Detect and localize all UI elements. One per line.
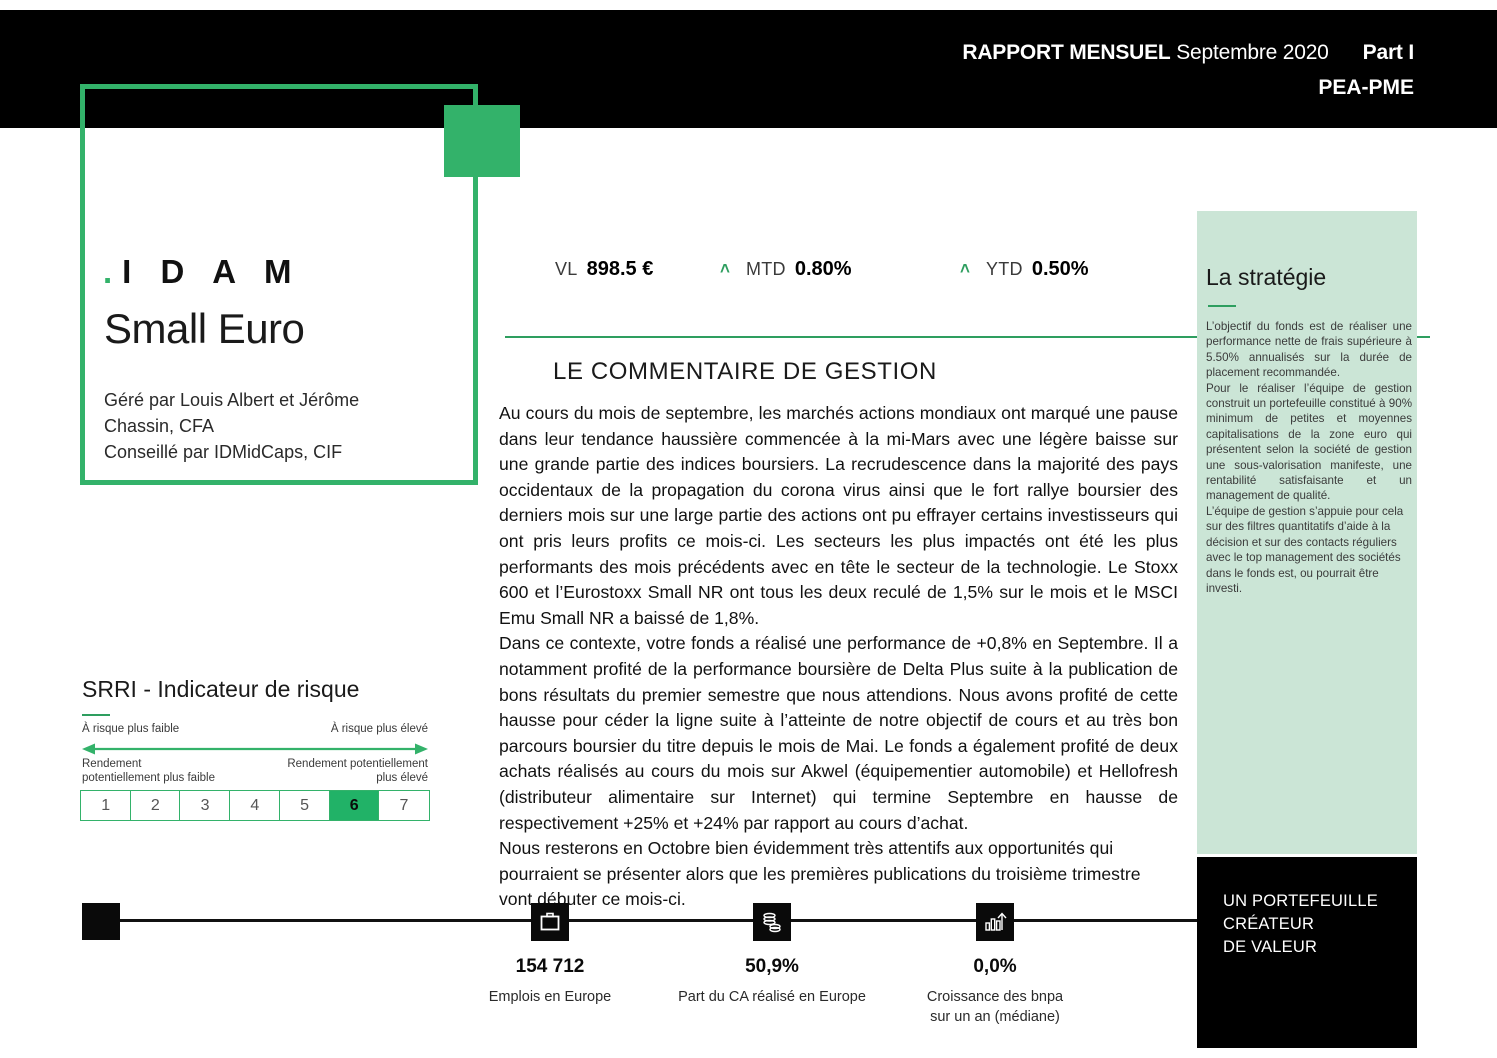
fund-name: Small Euro [104, 305, 305, 352]
strategy-paragraph-2: Pour le réaliser l’équipe de gestion con… [1206, 381, 1412, 503]
strategy-paragraph-3: L’équipe de gestion s’appuie pour cela s… [1206, 504, 1404, 595]
srri-box-2[interactable]: 2 [129, 790, 182, 821]
srri-box-6-active[interactable]: 6 [328, 790, 380, 821]
header-report-line: RAPPORT MENSUEL Septembre 2020 Part I [962, 41, 1414, 65]
strategy-panel: La stratégie L’objectif du fonds est de … [1197, 211, 1417, 854]
srri-return-high-line-2: plus élevé [376, 772, 428, 784]
stat-label-revenue-share: Part du CA réalisé en Europe [662, 987, 882, 1007]
stat-label-employment: Emplois en Europe [440, 987, 660, 1007]
managers-line-2: Chassin, CFA [104, 416, 215, 436]
stat-value-employment: 154 712 [515, 956, 585, 977]
bar-chart-icon [976, 903, 1014, 941]
stat-label-eps-growth-line-1: Croissance des bnpa [926, 989, 1064, 1005]
brand-name: .I D A M [103, 253, 302, 291]
strategy-title-underline [1208, 305, 1236, 307]
metric-vl-label: VL [555, 259, 578, 279]
managers-line-1: Géré par Louis Albert et Jérôme [104, 390, 360, 410]
stat-label-eps-growth-line-2: sur un an (médiane) [930, 1009, 1060, 1025]
caret-up-icon: ˄ [720, 259, 730, 278]
tagline-line-2: CRÉATEUR [1223, 915, 1315, 933]
srri-double-arrow-icon [82, 742, 428, 755]
green-accent-square [444, 105, 520, 177]
srri-box-1[interactable]: 1 [80, 790, 132, 821]
tagline-panel: UN PORTEFEUILLE CRÉATEUR DE VALEUR [1197, 857, 1417, 1048]
srri-label-low-risk: À risque plus faible [82, 723, 180, 735]
header-period: Septembre 2020 [1176, 41, 1329, 64]
srri-title: SRRI - Indicateur de risque [82, 676, 360, 702]
stat-label-revenue-share-line-1: Part du CA réalisé en Europe [678, 989, 866, 1005]
tagline-line-3: DE VALEUR [1223, 938, 1318, 956]
commentary-title: LE COMMENTAIRE DE GESTION [553, 358, 937, 385]
header-report-label: RAPPORT MENSUEL [962, 41, 1171, 64]
stats-timeline-start-marker [82, 903, 120, 940]
stat-value-revenue-share: 50,9% [745, 956, 799, 977]
metric-vl-value: 898.5 € [586, 258, 654, 280]
srri-title-underline [82, 714, 110, 716]
key-metrics-row: VL 898.5 € ˄ MTD 0.80% ˄ YTD 0.50% [505, 258, 1205, 298]
srri-return-high-line-1: Rendement potentiellement [287, 758, 428, 770]
brand-name-text: I D A M [122, 253, 302, 290]
srri-box-4[interactable]: 4 [229, 790, 281, 821]
managers-line-3: Conseillé par IDMidCaps, CIF [104, 442, 343, 462]
tagline-text: UN PORTEFEUILLE CRÉATEUR DE VALEUR [1223, 890, 1378, 959]
srri-box-3[interactable]: 3 [179, 790, 231, 821]
header-scheme: PEA-PME [1318, 76, 1414, 99]
commentary-paragraph-3: Nous resterons en Octobre bien évidemmen… [499, 838, 1141, 910]
caret-up-icon: ˄ [960, 259, 970, 278]
strategy-body: L’objectif du fonds est de réaliser une … [1206, 319, 1412, 596]
commentary-paragraph-1: Au cours du mois de septembre, les march… [499, 403, 1178, 628]
srri-box-5[interactable]: 5 [278, 790, 331, 821]
stat-value-eps-growth: 0,0% [973, 956, 1017, 977]
stat-item-employment: 154 712 Emplois en Europe [440, 903, 660, 1007]
coins-icon [753, 903, 791, 941]
stat-label-eps-growth: Croissance des bnpa sur un an (médiane) [885, 987, 1105, 1027]
metric-ytd: ˄ YTD 0.50% [960, 258, 1089, 281]
metric-ytd-value: 0.50% [1031, 258, 1089, 280]
metric-mtd: ˄ MTD 0.80% [720, 258, 852, 281]
srri-label-high-risk: À risque plus élevé [330, 723, 428, 735]
strategy-paragraph-1: L’objectif du fonds est de réaliser une … [1206, 320, 1412, 380]
metric-ytd-label: YTD [985, 259, 1023, 279]
stat-item-revenue-share: 50,9% Part du CA réalisé en Europe [662, 903, 882, 1007]
commentary-body: Au cours du mois de septembre, les march… [499, 401, 1178, 913]
brand-dot: . [103, 253, 123, 290]
srri-return-high: Rendement potentiellement plus élevé [228, 757, 428, 785]
fund-managers: Géré par Louis Albert et Jérôme Chassin,… [104, 387, 444, 465]
commentary-paragraph-2: Dans ce contexte, votre fonds a réalisé … [499, 633, 1178, 833]
srri-box-7[interactable]: 7 [378, 790, 430, 821]
tagline-line-1: UN PORTEFEUILLE [1223, 892, 1378, 910]
metric-vl: VL 898.5 € [555, 258, 653, 281]
briefcase-icon [531, 903, 569, 941]
header-part: Part I [1362, 41, 1415, 64]
metric-mtd-label: MTD [745, 259, 786, 279]
strategy-title: La stratégie [1206, 264, 1327, 290]
srri-scale[interactable]: 1 2 3 4 5 6 7 [80, 790, 430, 821]
stat-item-eps-growth: 0,0% Croissance des bnpa sur un an (médi… [885, 903, 1105, 1027]
stat-label-employment-line-1: Emplois en Europe [488, 989, 612, 1005]
metric-mtd-value: 0.80% [794, 258, 852, 280]
fund-factsheet-page: RAPPORT MENSUEL Septembre 2020 Part I PEA… [0, 0, 1497, 1058]
